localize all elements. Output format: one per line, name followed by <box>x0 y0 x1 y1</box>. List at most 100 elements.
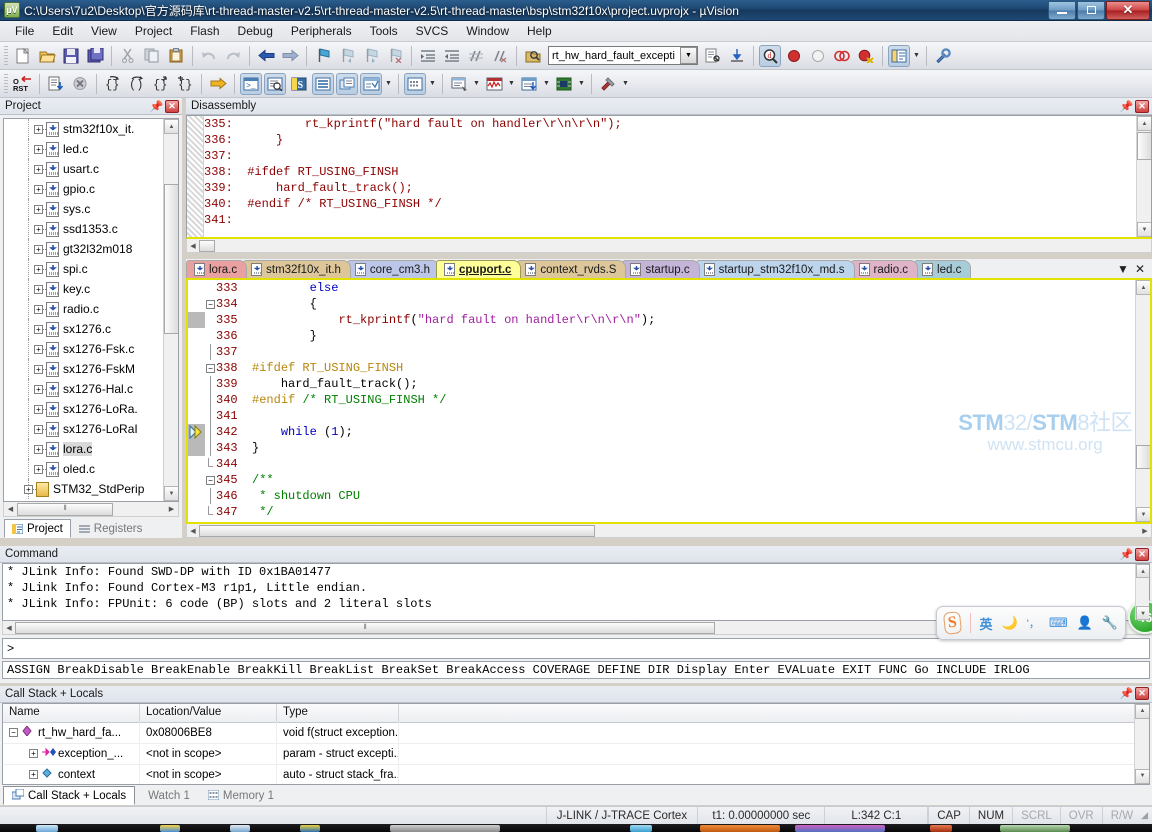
tree-expander[interactable]: + <box>34 324 43 334</box>
call-stack-scrollbar[interactable]: ▲ ▼ <box>1134 703 1149 784</box>
column-header-type[interactable]: Type <box>277 703 399 722</box>
taskbar-icon[interactable] <box>300 825 320 832</box>
sogou-ime-bar[interactable]: S 英 🌙 '， ⌨ 👤 🔧 <box>936 606 1126 640</box>
memory-dropdown-icon[interactable]: ▼ <box>427 73 438 95</box>
menu-help[interactable]: Help <box>518 22 561 40</box>
call-stack-row[interactable]: − rt_hw_hard_fa... 0x08006BE8 void f(struct… <box>3 722 1149 744</box>
user-icon[interactable]: 👤 <box>1077 615 1093 631</box>
serial-dropdown-icon[interactable]: ▼ <box>471 73 482 95</box>
taskbar-icon[interactable] <box>230 825 250 832</box>
tree-item-ssd1353-c[interactable]: + ssd1353.c <box>4 219 178 239</box>
editor-body[interactable]: − − − 333 else 334 {335 rt_kprintf("hard fa… <box>186 278 1152 524</box>
tree-expander[interactable]: + <box>34 344 43 354</box>
tree-item-oled-c[interactable]: + oled.c <box>4 459 178 479</box>
scroll-thumb[interactable] <box>1137 132 1151 160</box>
tab-registers[interactable]: Registers <box>71 519 151 538</box>
manage-windows-dropdown-icon[interactable]: ▼ <box>911 45 922 67</box>
taskbar-item[interactable] <box>700 825 780 832</box>
call-stack-grid[interactable]: Name Location/Value Type − rt_hw_hard_fa.… <box>2 702 1150 785</box>
hscroll-thumb[interactable] <box>199 524 595 537</box>
code-line[interactable]: 345 /** <box>216 472 1150 488</box>
fold-cell[interactable]: − <box>205 472 216 488</box>
find-in-files-icon[interactable] <box>522 45 544 67</box>
tree-expander[interactable]: + <box>34 204 43 214</box>
save-icon[interactable] <box>60 45 82 67</box>
file-tab-core-cm3-h[interactable]: core_cm3.h <box>346 260 441 278</box>
pin-icon[interactable]: 📌 <box>150 100 164 113</box>
scroll-up-arrow-icon[interactable]: ▲ <box>164 119 178 134</box>
registers-window-icon[interactable] <box>312 72 334 95</box>
scroll-thumb[interactable] <box>1136 445 1150 469</box>
comment-icon[interactable] <box>465 45 487 67</box>
taskbar-item[interactable] <box>390 825 500 832</box>
disassembly-code[interactable]: 335: rt_kprintf("hard fault on handler\r… <box>204 116 1151 237</box>
manage-windows-icon[interactable] <box>888 44 910 67</box>
code-line[interactable]: 346 * shutdown CPU <box>216 488 1150 504</box>
tree-item-sx1276-lora-[interactable]: + sx1276-LoRa. <box>4 399 178 419</box>
tree-expander[interactable]: + <box>34 304 43 314</box>
breakpoint-disable-icon[interactable] <box>807 45 829 67</box>
scroll-thumb[interactable] <box>164 184 178 334</box>
call-stack-row[interactable]: + exception_... <not in scope> param - stru… <box>3 743 1149 765</box>
column-header-name[interactable]: Name <box>3 703 140 722</box>
tree-expander[interactable]: + <box>34 124 43 134</box>
indent-icon[interactable] <box>417 45 439 67</box>
tree-expander[interactable]: + <box>24 484 33 494</box>
code-line[interactable]: 344 <box>216 456 1150 472</box>
disassembly-window-icon[interactable] <box>264 72 286 95</box>
disassembly-scrollbar[interactable]: ▲ ▼ <box>1136 116 1151 237</box>
file-tab-context-rvds-s[interactable]: context_rvds.S <box>517 260 627 278</box>
tree-expander[interactable]: + <box>34 464 43 474</box>
tree-item-stm32-stdperip[interactable]: + STM32_StdPerip <box>4 479 178 499</box>
menu-window[interactable]: Window <box>457 22 518 40</box>
code-line[interactable]: 336 } <box>216 328 1150 344</box>
code-line[interactable]: 338 #ifdef RT_USING_FINSH <box>216 360 1150 376</box>
scroll-down-arrow-icon[interactable]: ▼ <box>1136 507 1150 522</box>
close-icon[interactable]: ✕ <box>1135 547 1149 561</box>
menu-tools[interactable]: Tools <box>361 22 407 40</box>
memory-window-icon[interactable] <box>404 72 426 95</box>
scroll-up-arrow-icon[interactable]: ▲ <box>1136 564 1149 578</box>
tab-call-stack-locals[interactable]: Call Stack + Locals <box>3 786 136 805</box>
file-tab-lora-c[interactable]: lora.c <box>186 260 248 278</box>
save-all-icon[interactable] <box>84 45 106 67</box>
editor-code[interactable]: 333 else 334 {335 rt_kprintf("hard fault … <box>216 280 1150 522</box>
resize-grip-icon[interactable]: ◢ <box>1141 810 1152 821</box>
code-line[interactable]: 335 rt_kprintf("hard fault on handler\r\… <box>216 312 1150 328</box>
close-icon[interactable]: ✕ <box>165 99 179 113</box>
debug-toolbar-grip[interactable] <box>4 73 8 94</box>
keyboard-icon[interactable]: ⌨ <box>1049 615 1068 631</box>
pin-icon[interactable]: 📌 <box>1120 687 1134 700</box>
breakpoint-disable-all-icon[interactable] <box>831 45 853 67</box>
tree-expander[interactable]: + <box>34 364 43 374</box>
editor-hscrollbar[interactable]: ◀ ▶ <box>186 524 1152 538</box>
call-stack-window-icon[interactable] <box>336 72 358 95</box>
toolbar-grip[interactable] <box>4 45 8 66</box>
hscroll-thumb[interactable]: ⦀ <box>15 621 715 634</box>
tree-item-gt32l32m018[interactable]: + gt32l32m018 <box>4 239 178 259</box>
scroll-up-arrow-icon[interactable]: ▲ <box>1135 703 1149 719</box>
project-tree-hscrollbar[interactable]: ◀ ⦀ ▶ <box>3 502 179 517</box>
scroll-up-arrow-icon[interactable]: ▲ <box>1136 280 1150 295</box>
fold-cell[interactable]: − <box>205 296 216 312</box>
bookmark-prev-icon[interactable] <box>336 45 358 67</box>
tab-project[interactable]: Project <box>4 519 71 538</box>
tree-item-key-c[interactable]: + key.c <box>4 279 178 299</box>
new-file-icon[interactable] <box>12 45 34 67</box>
tree-expander[interactable]: + <box>34 144 43 154</box>
editor-fold-column[interactable]: − − − <box>205 280 216 522</box>
pin-icon[interactable]: 📌 <box>1120 100 1134 113</box>
taskbar-item[interactable] <box>795 825 885 832</box>
step-out-icon[interactable]: {} <box>150 73 172 95</box>
scroll-down-arrow-icon[interactable]: ▼ <box>1136 606 1149 620</box>
hscroll-right-arrow-icon[interactable]: ▶ <box>1139 527 1151 535</box>
paste-icon[interactable] <box>165 45 187 67</box>
tree-expander[interactable]: + <box>34 384 43 394</box>
system-viewer-dropdown-icon[interactable]: ▼ <box>576 73 587 95</box>
tree-item-led-c[interactable]: + led.c <box>4 139 178 159</box>
trace-dropdown-icon[interactable]: ▼ <box>541 73 552 95</box>
navigate-back-icon[interactable] <box>255 45 277 67</box>
tree-item-sx1276-c[interactable]: + sx1276.c <box>4 319 178 339</box>
hscroll-left-arrow-icon[interactable]: ◀ <box>187 242 199 250</box>
punctuation-icon[interactable]: '， <box>1027 615 1040 631</box>
